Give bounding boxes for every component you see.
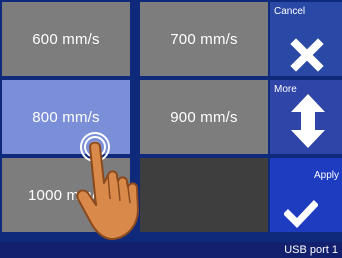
- speed-option-700[interactable]: 700 mm/s: [140, 2, 268, 76]
- speed-option-800[interactable]: 800 mm/s: [2, 80, 130, 154]
- speed-option-label: 600 mm/s: [32, 30, 100, 48]
- speed-option-900[interactable]: 900 mm/s: [140, 80, 268, 154]
- speed-option-label: 800 mm/s: [32, 108, 100, 126]
- cancel-label: Cancel: [274, 6, 306, 17]
- speed-option-label: 900 mm/s: [170, 108, 238, 126]
- speed-option-600[interactable]: 600 mm/s: [2, 2, 130, 76]
- speed-grid: 600 mm/s 700 mm/s 800 mm/s 900 mm/s 1000…: [0, 0, 270, 240]
- usb-port-status: USB port 1: [284, 244, 338, 256]
- speed-option-label: 1000 mm/s: [28, 186, 104, 204]
- apply-label: Apply: [313, 170, 339, 181]
- speed-selection-screen: 600 mm/s 700 mm/s 800 mm/s 900 mm/s 1000…: [0, 0, 342, 258]
- close-icon: [290, 38, 324, 72]
- up-down-arrows-icon: [291, 94, 325, 148]
- apply-button[interactable]: Apply: [270, 158, 342, 232]
- speed-option-1000[interactable]: 1000 mm/s: [2, 158, 130, 232]
- cancel-button[interactable]: Cancel: [270, 2, 342, 76]
- speed-option-label: 700 mm/s: [170, 30, 238, 48]
- checkmark-icon: [284, 200, 318, 228]
- empty-slot: [140, 158, 268, 232]
- more-button[interactable]: More: [270, 80, 342, 154]
- status-bar: USB port 1: [0, 242, 342, 258]
